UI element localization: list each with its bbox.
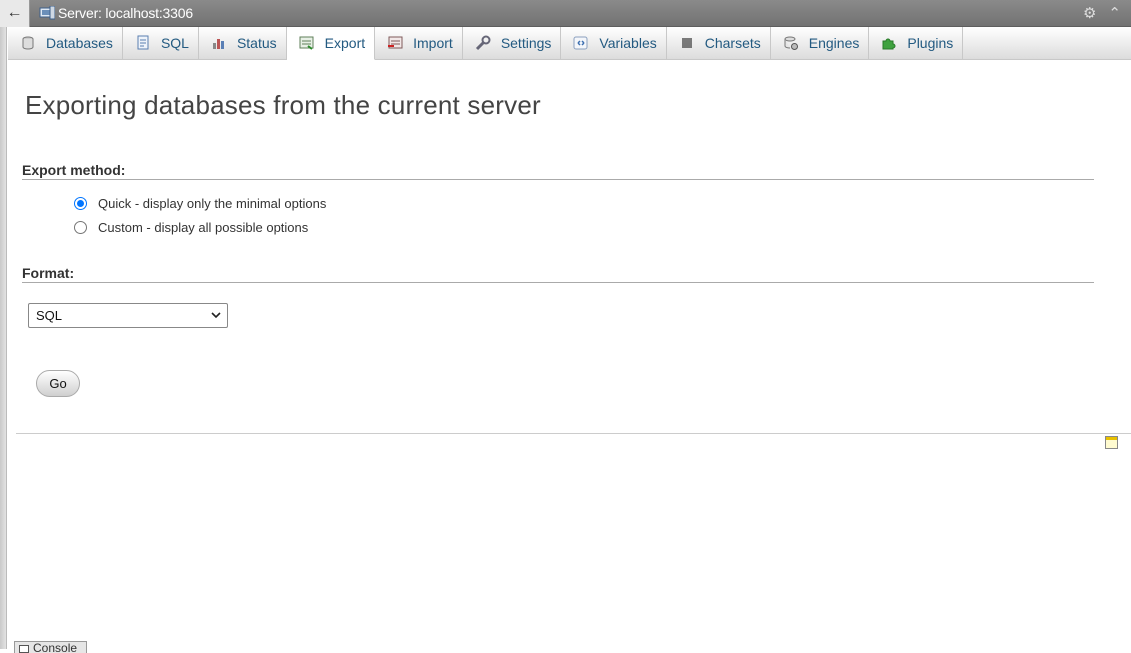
tab-export[interactable]: Export (286, 27, 376, 60)
variables-icon (573, 35, 589, 51)
engines-icon (783, 35, 799, 51)
charsets-icon (679, 35, 695, 51)
radio-quick-label[interactable]: Quick - display only the minimal options (98, 196, 326, 211)
tab-plugins[interactable]: Plugins (869, 27, 964, 59)
tab-variables[interactable]: Variables (561, 27, 667, 59)
tab-label: Engines (808, 35, 860, 51)
radio-custom[interactable] (74, 221, 87, 234)
tab-import[interactable]: Import (375, 27, 463, 59)
server-tabs: Databases SQL Status Export Import Setti… (8, 27, 1131, 60)
radio-quick-option[interactable]: Quick - display only the minimal options (74, 196, 326, 211)
export-icon (299, 35, 315, 51)
navigation-panel-edge[interactable] (0, 27, 7, 649)
tab-label: Databases (46, 35, 113, 51)
import-icon (387, 35, 403, 51)
console-label: Console (33, 641, 78, 653)
notes-icon[interactable] (1105, 436, 1118, 449)
tab-label: Import (413, 35, 453, 51)
tab-settings[interactable]: Settings (463, 27, 562, 59)
chevron-down-icon (210, 309, 222, 324)
tab-engines[interactable]: Engines (771, 27, 870, 59)
plugin-icon (881, 35, 897, 51)
tab-label: Settings (500, 35, 552, 51)
tab-label: Charsets (704, 35, 761, 51)
tab-label: SQL (160, 35, 189, 51)
server-title[interactable]: Server: localhost:3306 (58, 5, 193, 21)
console-icon (19, 645, 29, 653)
server-icon (39, 5, 56, 20)
go-button[interactable]: Go (36, 370, 80, 397)
format-select-value: SQL (36, 308, 63, 323)
gear-icon[interactable]: ⚙ (1083, 4, 1096, 22)
format-select[interactable]: SQL (28, 303, 228, 328)
radio-custom-option[interactable]: Custom - display all possible options (74, 220, 308, 235)
radio-custom-label[interactable]: Custom - display all possible options (98, 220, 308, 235)
server-breadcrumb-bar: ← Server: localhost:3306 ⚙ ⌃ (0, 0, 1131, 27)
tab-label: Variables (599, 35, 657, 51)
sql-icon (135, 35, 151, 51)
tab-label: Plugins (907, 35, 954, 51)
collapse-icon[interactable]: ⌃ (1108, 4, 1121, 22)
tab-charsets[interactable]: Charsets (667, 27, 771, 59)
back-button[interactable]: ← (0, 0, 30, 27)
content-divider (16, 433, 1131, 434)
export-method-heading: Export method: (22, 162, 1094, 180)
console-toggle[interactable]: Console (14, 641, 87, 653)
tab-databases[interactable]: Databases (8, 27, 123, 59)
tab-label: Export (324, 35, 366, 51)
database-icon (20, 35, 36, 51)
tab-label: Status (236, 35, 277, 51)
tab-status[interactable]: Status (199, 27, 287, 59)
page-title: Exporting databases from the current ser… (25, 90, 541, 120)
status-icon (211, 35, 227, 51)
tab-sql[interactable]: SQL (123, 27, 199, 59)
format-heading: Format: (22, 265, 1094, 283)
radio-quick[interactable] (74, 197, 87, 210)
wrench-icon (475, 35, 491, 51)
